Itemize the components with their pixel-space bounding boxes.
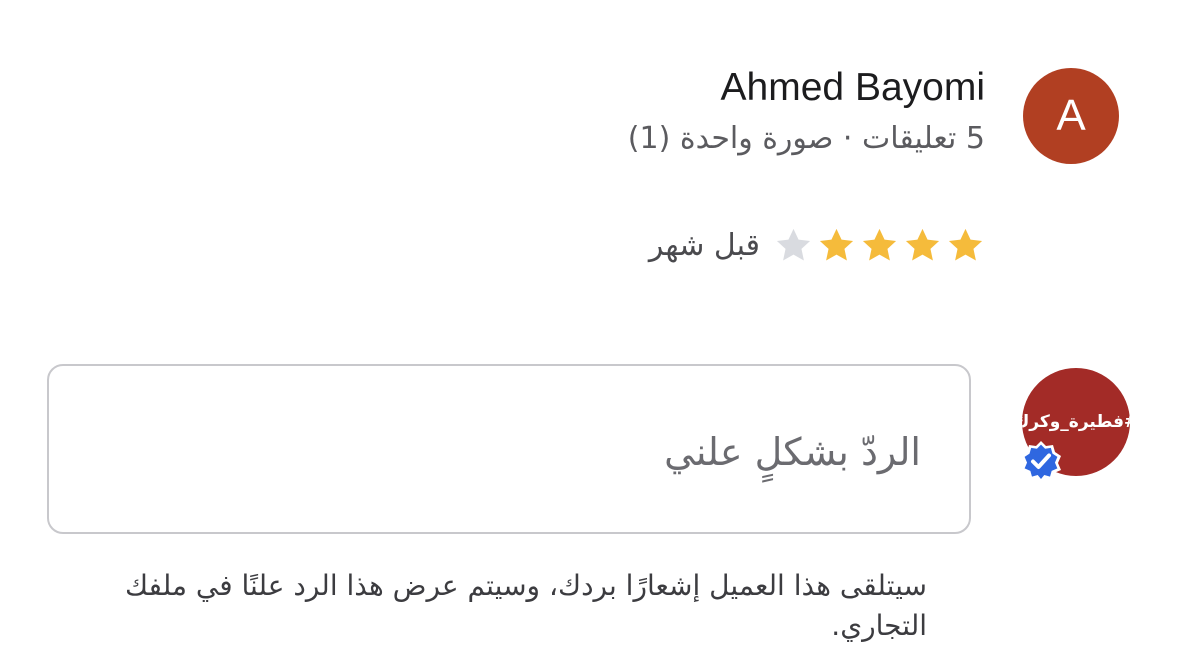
review-reply-screen: A Ahmed Bayomi 5 تعليقات · صورة واحدة (1…	[0, 0, 1179, 649]
review-time: قبل شهر	[648, 228, 760, 263]
reply-placeholder: الردّ بشكلٍ علني	[664, 430, 921, 474]
reply-input[interactable]: الردّ بشكلٍ علني	[47, 364, 971, 534]
reviewer-initial: A	[1056, 91, 1086, 140]
business-avatar-text: #فطيرة_وكرك	[1022, 412, 1130, 432]
rating-row: قبل شهر	[649, 226, 985, 265]
star-rating	[774, 226, 985, 265]
star-icon	[776, 228, 811, 261]
star-icon	[819, 228, 854, 261]
star-icon	[905, 228, 940, 261]
reviewer-avatar[interactable]: A	[1023, 68, 1119, 164]
reviewer-name[interactable]: Ahmed Bayomi	[721, 66, 985, 110]
verified-badge-icon	[1021, 441, 1061, 483]
reviewer-meta: 5 تعليقات · صورة واحدة (1)	[627, 121, 985, 156]
star-icon	[948, 228, 983, 261]
star-icon	[862, 228, 897, 261]
public-reply-notice: سيتلقى هذا العميل إشعارًا بردك، وسيتم عر…	[124, 569, 927, 642]
